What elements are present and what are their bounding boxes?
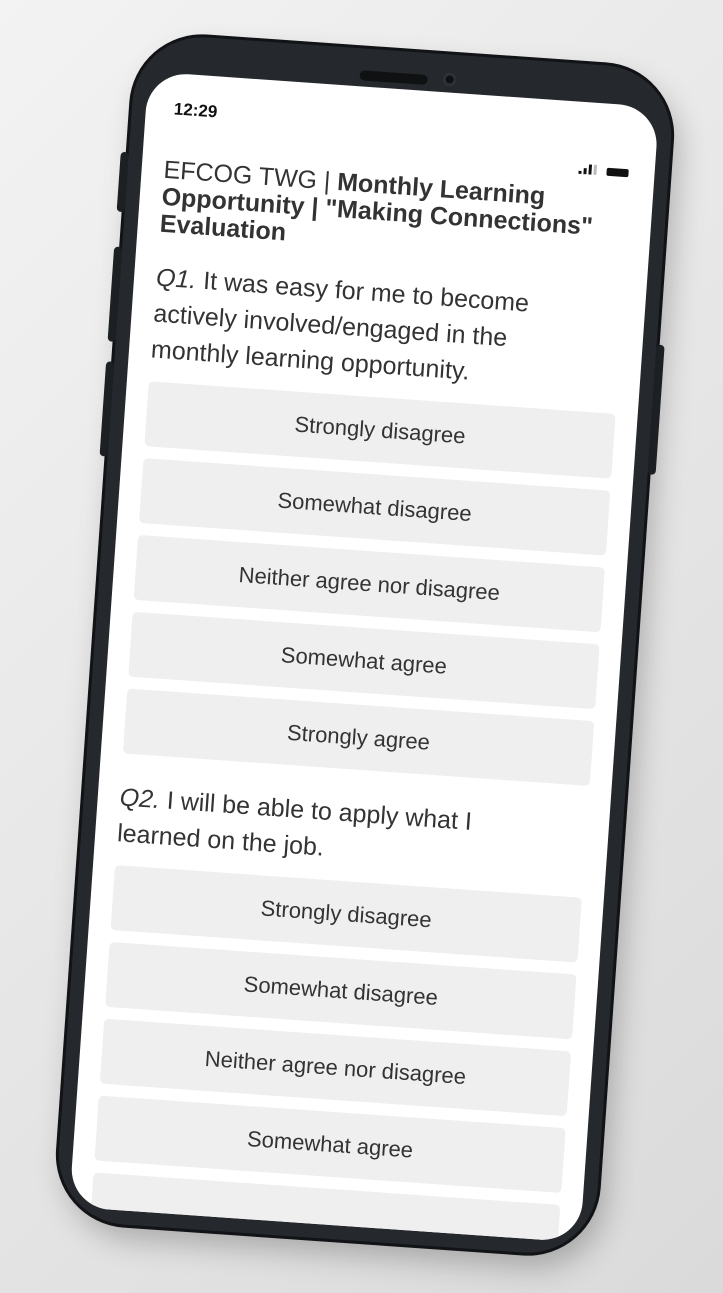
question-body: I will be able to apply what I learned o… — [116, 786, 473, 862]
question-text: Q1. It was easy for me to become activel… — [150, 260, 624, 400]
question-text: Q2. I will be able to apply what I learn… — [116, 779, 588, 883]
volume-down-button — [99, 361, 115, 457]
status-icons — [578, 164, 629, 178]
phone-screen: 12:29 EFCOG TWG | Monthly Learning Oppor… — [69, 71, 660, 1243]
mute-switch — [116, 151, 129, 213]
front-camera — [442, 72, 458, 87]
volume-up-button — [107, 246, 123, 342]
question-q2: Q2. I will be able to apply what I learn… — [89, 779, 588, 1243]
phone-frame: 12:29 EFCOG TWG | Monthly Learning Oppor… — [54, 32, 676, 1258]
question-q1: Q1. It was easy for me to become activel… — [122, 260, 624, 787]
scene-background: 12:29 EFCOG TWG | Monthly Learning Oppor… — [0, 0, 723, 1293]
status-clock: 12:29 — [173, 99, 218, 122]
survey-title: EFCOG TWG | Monthly Learning Opportunity… — [159, 156, 632, 270]
status-bar: 12:29 — [144, 71, 659, 178]
question-number: Q2. — [118, 783, 161, 815]
question-body: It was easy for me to become actively in… — [150, 266, 530, 386]
signal-bars-icon — [578, 164, 598, 175]
power-button — [647, 344, 665, 475]
survey-content: EFCOG TWG | Monthly Learning Opportunity… — [87, 156, 632, 1243]
battery-icon — [606, 167, 629, 178]
speaker-grille — [359, 70, 428, 85]
question-number: Q1. — [155, 263, 198, 295]
